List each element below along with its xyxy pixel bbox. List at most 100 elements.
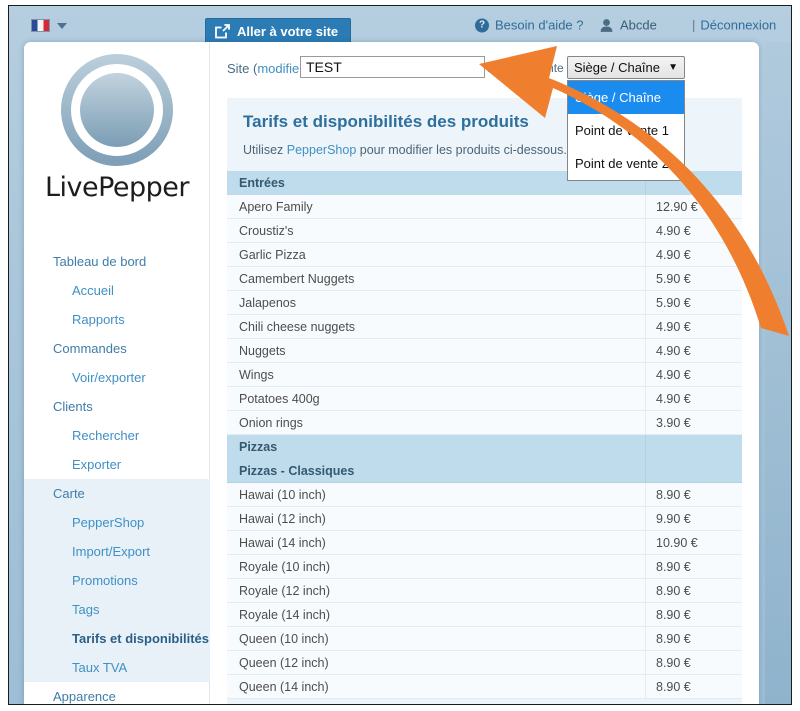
brand-wordmark: LivePepper <box>44 172 190 203</box>
table-section-row: Pizzas - Classiques <box>227 459 742 483</box>
table-row: Hawai (10 inch) 8.90 € <box>227 483 742 507</box>
sidebar-item-voir-exporter[interactable]: Voir/exporter <box>24 363 210 392</box>
sidebar: LivePepper Tableau de bord Accueil Rapport… <box>24 42 210 704</box>
france-flag-icon <box>31 19 50 32</box>
table-row: Nuggets 4.90 € <box>227 339 742 363</box>
brand-logo[interactable]: LivePepper <box>24 54 210 203</box>
table-row: Potatoes 400g 4.90 € <box>227 387 742 411</box>
sidebar-item-import-export[interactable]: Import/Export <box>24 537 210 566</box>
sidebar-group-commandes: Commandes Voir/exporter <box>24 334 210 392</box>
product-price-cell: 8.90 € <box>645 675 742 699</box>
sidebar-group-head[interactable]: Tableau de bord <box>24 247 210 276</box>
sidebar-group-carte: Carte PepperShop Import/Export Promotions Ta… <box>24 479 210 682</box>
table-row: Queen (14 inch) 8.90 € <box>227 675 742 699</box>
site-modify-link[interactable]: modifier <box>257 61 303 76</box>
sidebar-item-taux-tva[interactable]: Taux TVA <box>24 653 210 682</box>
table-row: Queen (12 inch) 8.90 € <box>227 651 742 675</box>
point-de-vente-option-list: Siège / Chaîne Point de vente 1 Point de v… <box>567 80 685 181</box>
product-name-cell: Hawai (10 inch) <box>227 483 645 507</box>
sidebar-item-tarifs-et-disponibilit-s[interactable]: Tarifs et disponibilités <box>24 624 210 653</box>
point-de-vente-label: Point de vente : <box>487 61 571 75</box>
sidebar-item-peppershop[interactable]: PepperShop <box>24 508 210 537</box>
site-label-prefix: Site ( <box>227 61 258 76</box>
product-name-cell: Croustiz's <box>227 219 645 243</box>
goto-site-label: Aller à votre site <box>237 23 339 39</box>
right-panel-strip <box>765 42 791 704</box>
question-mark-icon: ? <box>475 18 489 32</box>
product-price-cell: 4.90 € <box>645 315 742 339</box>
product-price-cell: 8.90 € <box>645 555 742 579</box>
table-row: Hawai (12 inch) 9.90 € <box>227 507 742 531</box>
table-row: Chili cheese nuggets 4.90 € <box>227 315 742 339</box>
help-label: Besoin d'aide ? <box>495 17 584 33</box>
sidebar-nav: Tableau de bord Accueil Rapports Commandes V… <box>24 247 210 704</box>
product-price-cell: 4.90 € <box>645 339 742 363</box>
sidebar-item-rapports[interactable]: Rapports <box>24 305 210 334</box>
product-price-cell: 8.90 € <box>645 651 742 675</box>
sidebar-group-tableau-de-bord: Tableau de bord Accueil Rapports <box>24 247 210 334</box>
sidebar-item-rechercher[interactable]: Rechercher <box>24 421 210 450</box>
sidebar-group-head[interactable]: Carte <box>24 479 210 508</box>
language-switcher[interactable] <box>31 19 67 32</box>
table-row: Hawai (14 inch) 10.90 € <box>227 531 742 555</box>
sidebar-item-accueil[interactable]: Accueil <box>24 276 210 305</box>
site-input[interactable] <box>300 56 485 78</box>
subtitle-suffix: pour modifier les produits ci-dessous. <box>356 143 567 157</box>
logout-link[interactable]: Déconnexion <box>700 18 776 33</box>
product-name-cell: Royale (10 inch) <box>227 555 645 579</box>
table-row: Royale (14 inch) 8.90 € <box>227 603 742 627</box>
product-price-cell: 8.90 € <box>645 483 742 507</box>
sidebar-item-tags[interactable]: Tags <box>24 595 210 624</box>
sidebar-group-head[interactable]: Commandes <box>24 334 210 363</box>
point-de-vente-option[interactable]: Point de vente 2 <box>568 147 684 180</box>
product-name-cell: Royale (12 inch) <box>227 579 645 603</box>
table-row: Royale (10 inch) 8.90 € <box>227 555 742 579</box>
content-card: LivePepper Tableau de bord Accueil Rapport… <box>24 42 759 704</box>
sidebar-group-head[interactable]: Apparence <box>24 682 210 704</box>
logout-area: | Déconnexion <box>692 18 776 33</box>
person-icon <box>600 18 613 32</box>
product-name-cell: Garlic Pizza <box>227 243 645 267</box>
product-name-cell: Hawai (12 inch) <box>227 507 645 531</box>
external-link-icon <box>215 23 230 38</box>
table-row: Croustiz's 4.90 € <box>227 219 742 243</box>
product-price-cell <box>645 435 742 459</box>
chevron-down-icon: ▼ <box>668 62 678 73</box>
product-name-cell: Royale (14 inch) <box>227 603 645 627</box>
product-price-table: Entrées Apero Family 12.90 € Croustiz's 4.90… <box>227 171 742 699</box>
help-link[interactable]: ? Besoin d'aide ? <box>475 18 584 33</box>
product-price-cell: 8.90 € <box>645 579 742 603</box>
table-row: Camembert Nuggets 5.90 € <box>227 267 742 291</box>
product-name-cell: Hawai (14 inch) <box>227 531 645 555</box>
product-price-cell: 3.90 € <box>645 411 742 435</box>
product-name-cell: Chili cheese nuggets <box>227 315 645 339</box>
user-account[interactable]: Abcde <box>600 18 657 33</box>
table-row: Onion rings 3.90 € <box>227 411 742 435</box>
table-row: Wings 4.90 € <box>227 363 742 387</box>
point-de-vente-selected-value: Siège / Chaîne <box>574 60 661 75</box>
peppershop-link[interactable]: PepperShop <box>287 143 357 157</box>
product-price-cell: 5.90 € <box>645 267 742 291</box>
point-de-vente-option[interactable]: Siège / Chaîne <box>568 81 684 114</box>
table-row: Royale (12 inch) 8.90 € <box>227 579 742 603</box>
product-price-cell: 5.90 € <box>645 291 742 315</box>
product-name-cell: Pizzas - Classiques <box>227 459 645 483</box>
sidebar-item-exporter[interactable]: Exporter <box>24 450 210 479</box>
product-name-cell: Queen (14 inch) <box>227 675 645 699</box>
point-de-vente-dropdown[interactable]: Siège / Chaîne ▼ <box>567 56 685 79</box>
product-price-cell: 4.90 € <box>645 363 742 387</box>
product-price-cell: 4.90 € <box>645 243 742 267</box>
main-content: Site (modifier) : Point de vente : Siège… <box>210 42 759 704</box>
sidebar-item-promotions[interactable]: Promotions <box>24 566 210 595</box>
product-name-cell: Nuggets <box>227 339 645 363</box>
product-price-cell: 4.90 € <box>645 219 742 243</box>
table-row: Jalapenos 5.90 € <box>227 291 742 315</box>
point-de-vente-option[interactable]: Point de vente 1 <box>568 114 684 147</box>
goto-site-button[interactable]: Aller à votre site <box>205 18 352 44</box>
sidebar-group-head[interactable]: Clients <box>24 392 210 421</box>
top-utility-bar: Aller à votre site ? Besoin d'aide ? Abc… <box>9 6 791 44</box>
table-row: Queen (10 inch) 8.90 € <box>227 627 742 651</box>
product-name-cell: Camembert Nuggets <box>227 267 645 291</box>
table-row: Garlic Pizza 4.90 € <box>227 243 742 267</box>
product-name-cell: Queen (12 inch) <box>227 651 645 675</box>
